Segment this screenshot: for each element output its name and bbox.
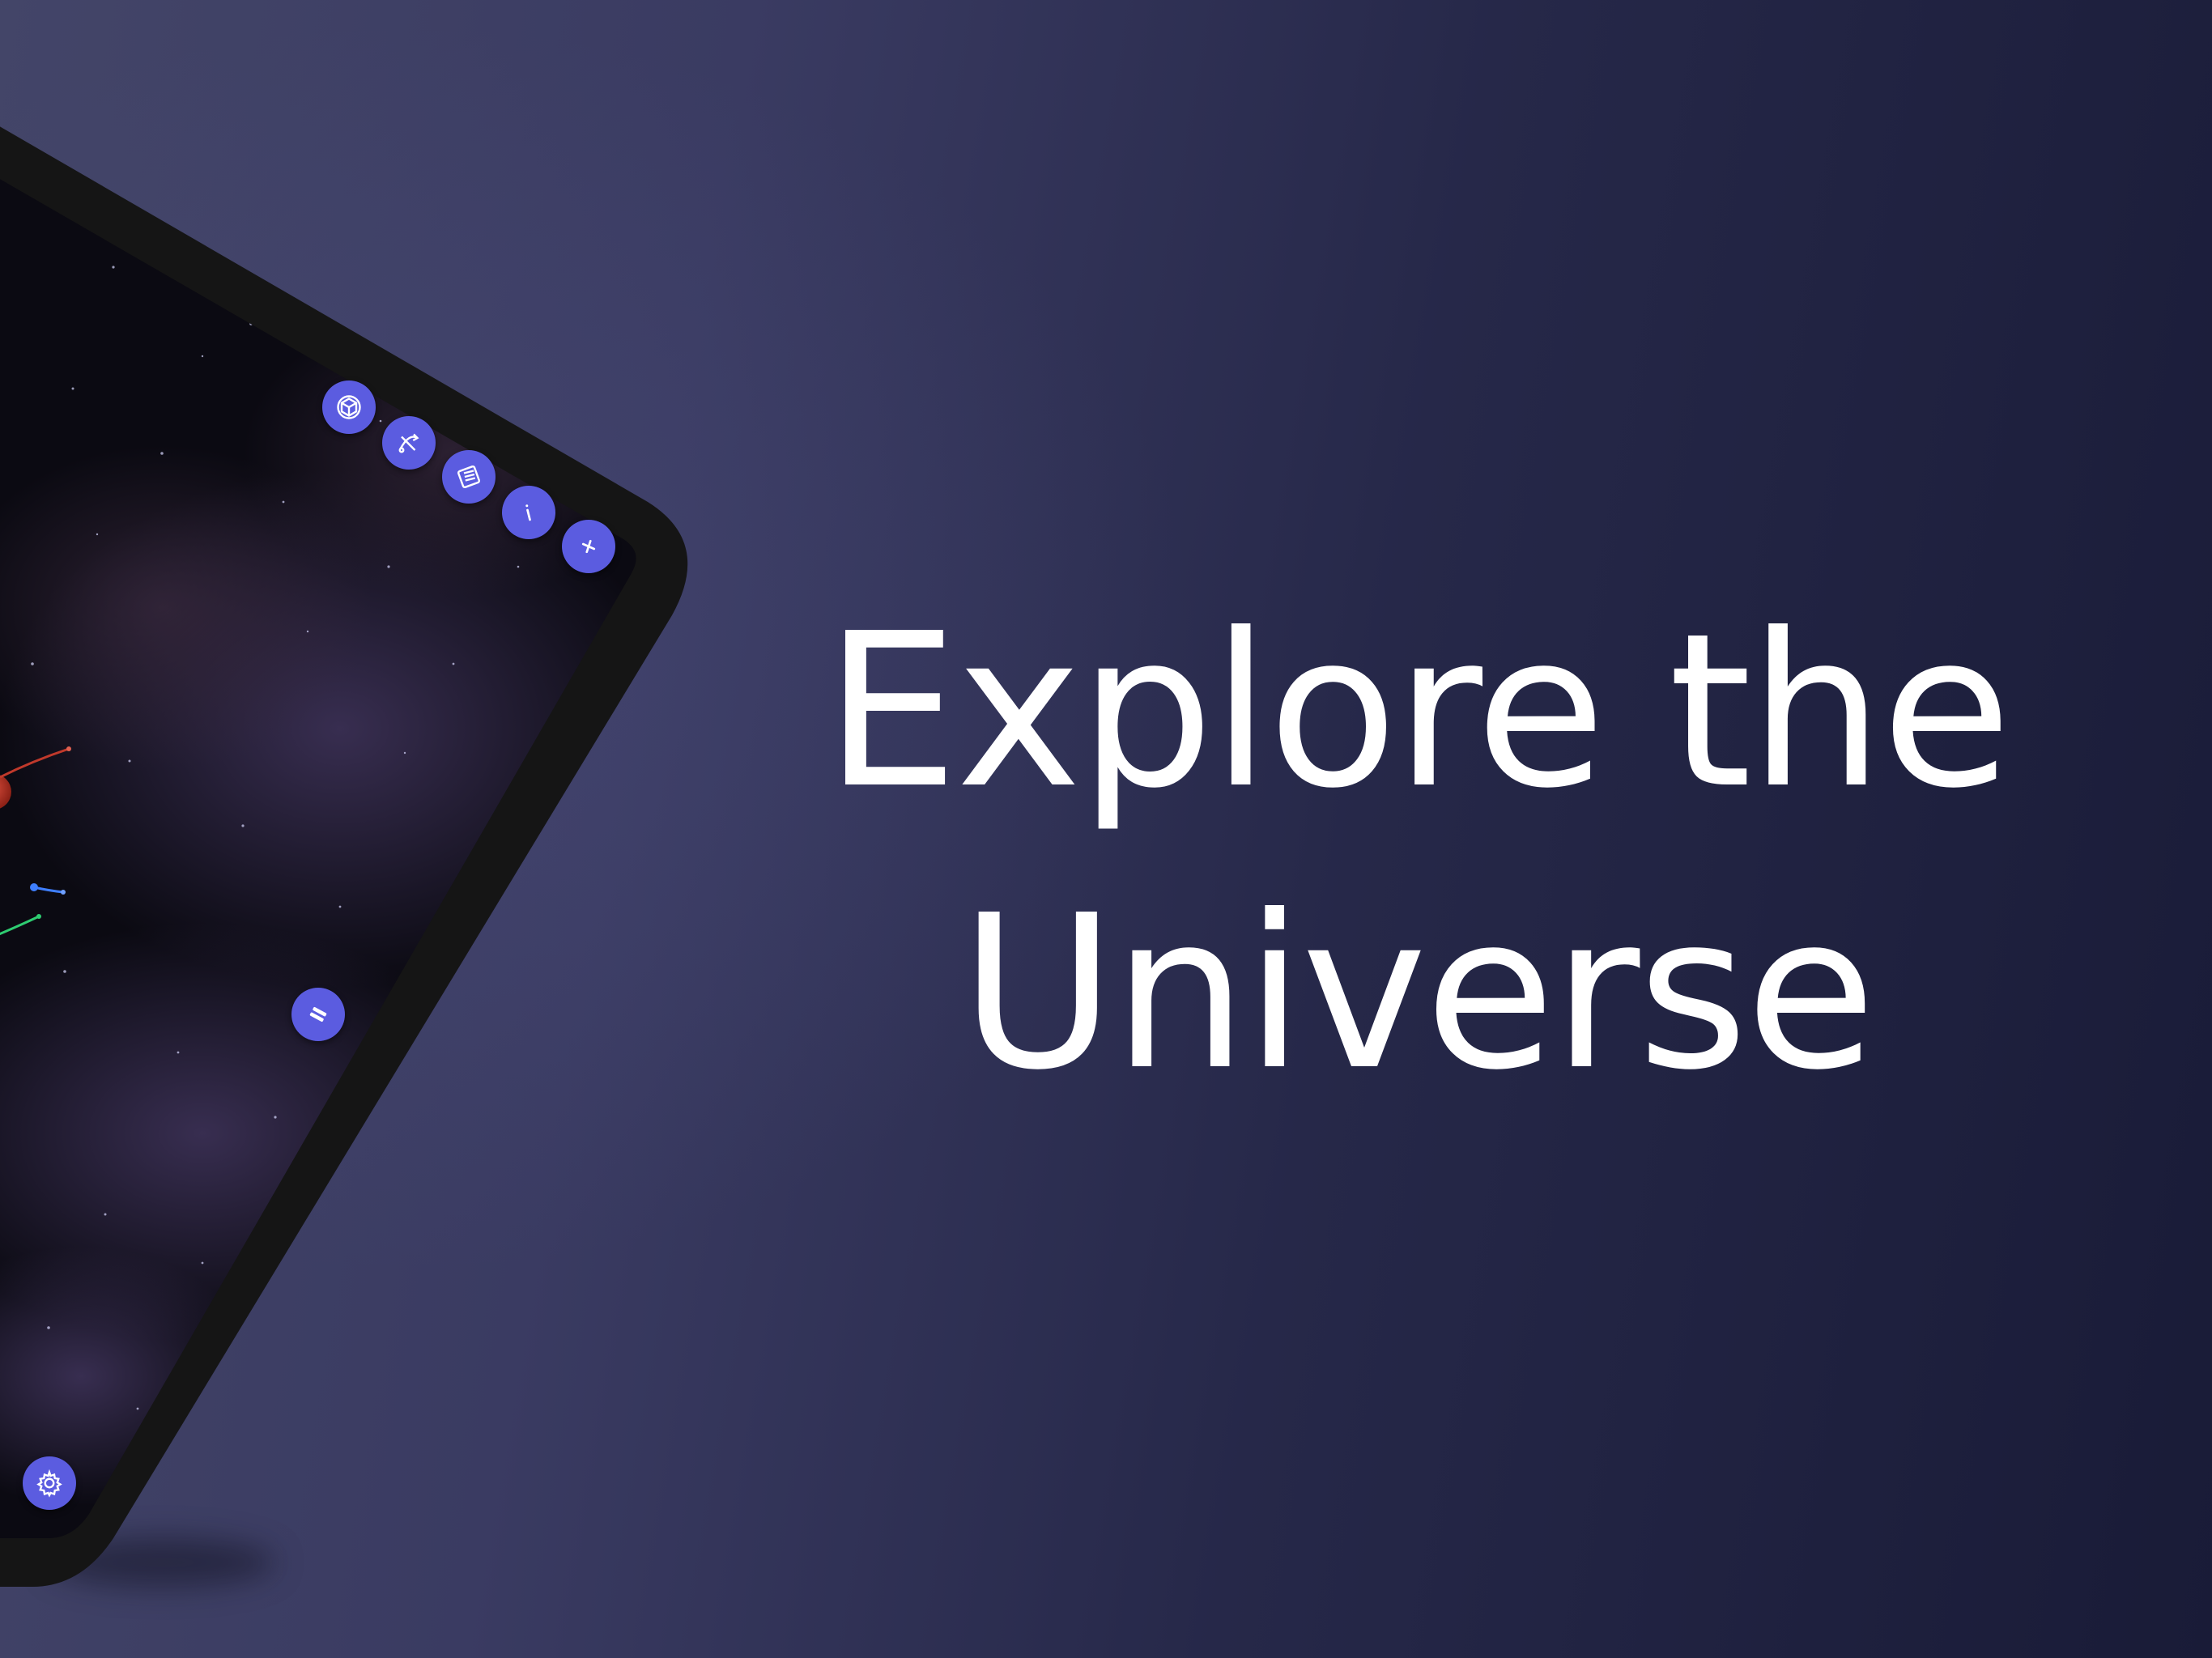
settings-button[interactable] xyxy=(23,1456,76,1510)
list-button[interactable] xyxy=(442,450,496,504)
cube-icon xyxy=(337,395,361,419)
plus-icon xyxy=(581,539,596,554)
trajectory-icon xyxy=(398,433,419,453)
headline: Explore the Universe xyxy=(810,571,2024,1134)
headline-line-2: Universe xyxy=(959,869,1876,1116)
info-icon xyxy=(525,504,531,521)
info-button[interactable] xyxy=(502,486,555,539)
trajectory-button[interactable] xyxy=(382,416,436,470)
headline-line-1: Explore the xyxy=(824,588,2011,835)
pause-button[interactable] xyxy=(291,988,345,1041)
orbit-body-green[interactable] xyxy=(36,914,41,919)
orbit-body-blue[interactable] xyxy=(30,883,38,891)
object-cube-button[interactable] xyxy=(322,380,376,434)
gear-icon xyxy=(36,1469,62,1498)
add-button[interactable] xyxy=(562,520,615,573)
list-icon xyxy=(457,465,481,489)
pause-icon xyxy=(309,1007,327,1022)
